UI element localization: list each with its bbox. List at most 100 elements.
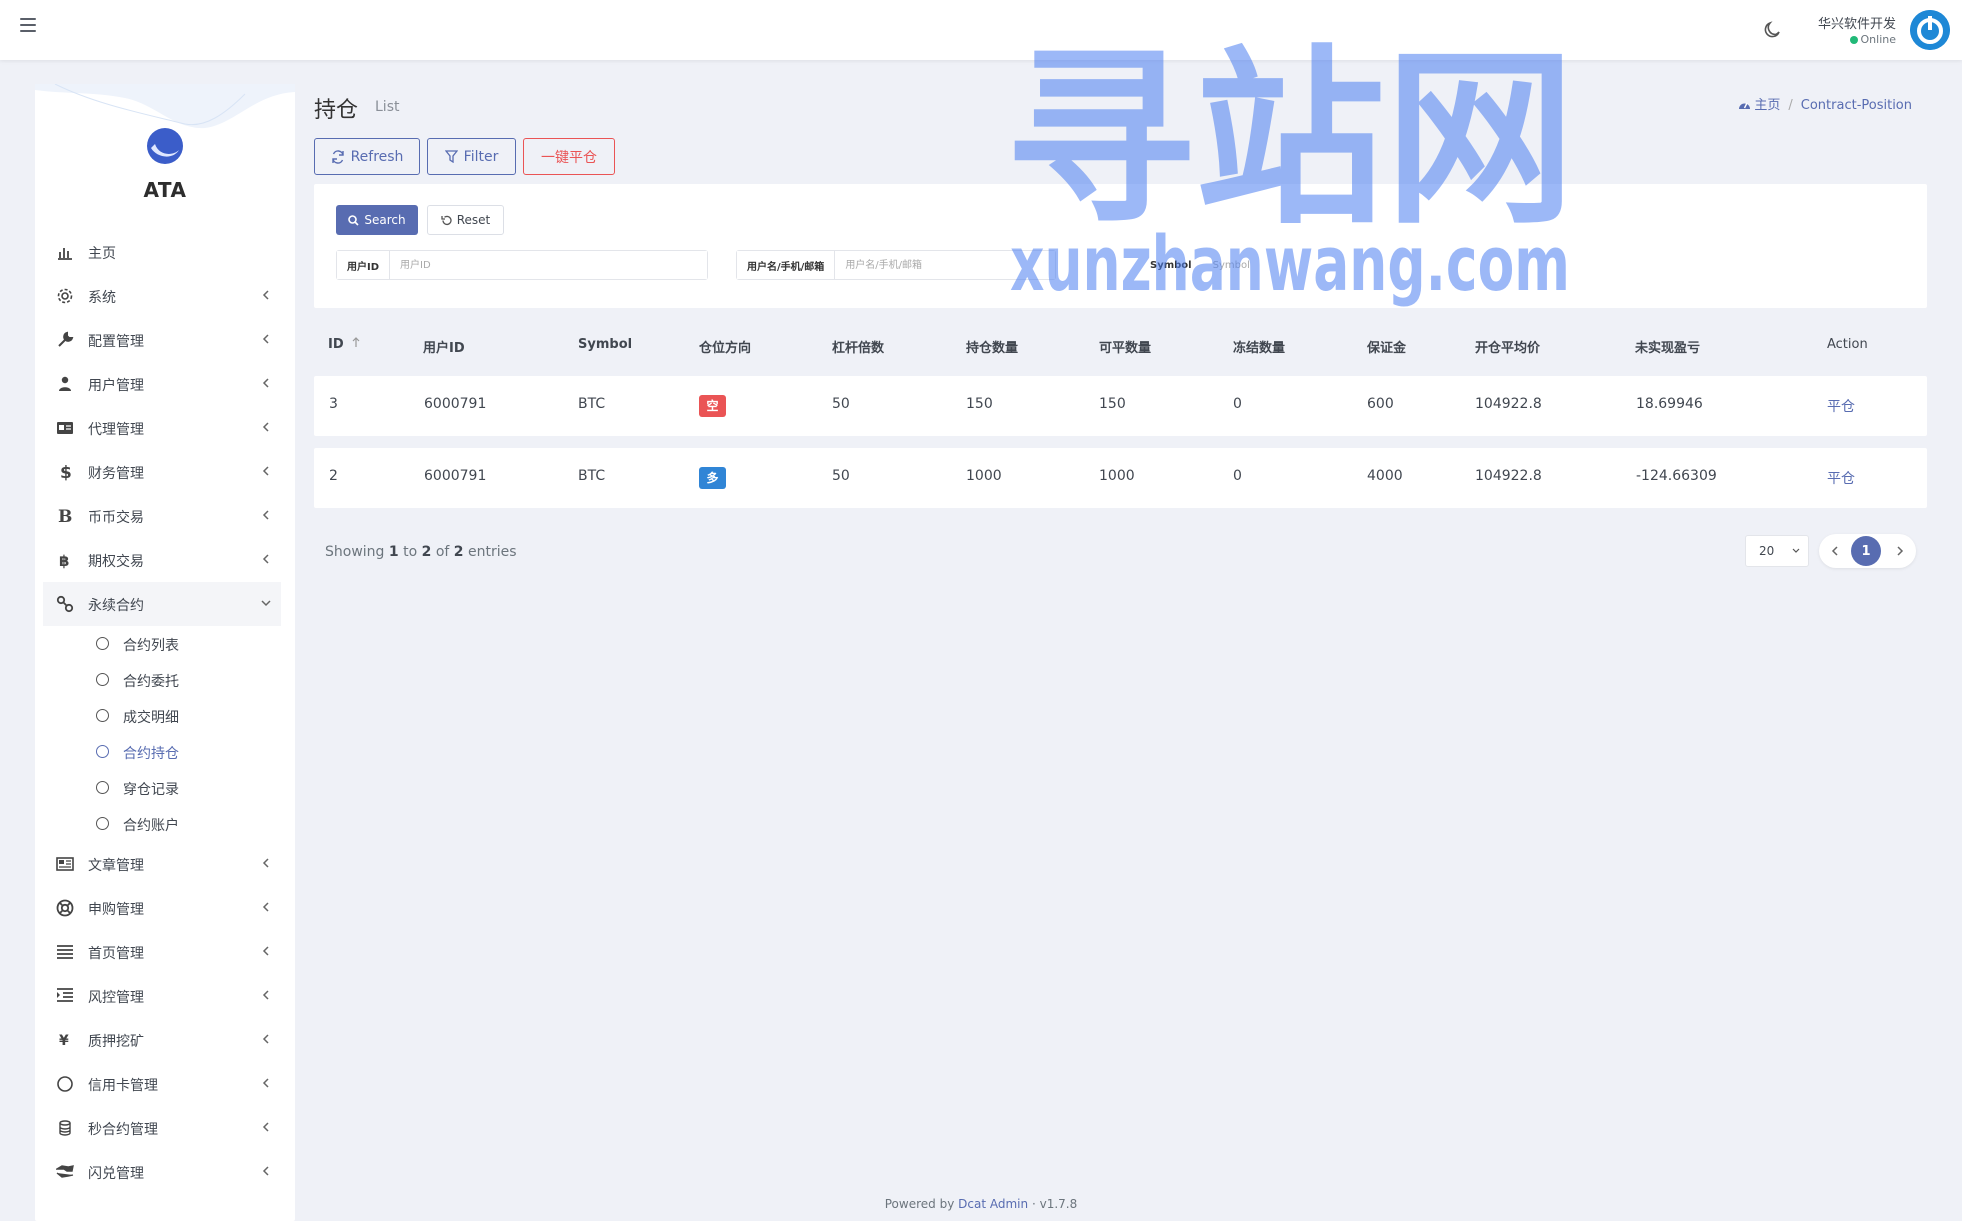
cell-margin: 600 [1367,396,1394,412]
close-position-link[interactable]: 平仓 [1827,468,1855,488]
column-header-direction: 仓位方向 [699,341,752,356]
sidebar-item-homepage[interactable]: 首页管理 [43,930,281,974]
page-title: 持仓 [314,98,359,123]
sidebar-wave-decoration [35,84,295,129]
submenu-item-contract-accounts[interactable]: 合约账户 [43,806,281,842]
sidebar-item-finance[interactable]: $ 财务管理 [43,450,281,494]
chevron-left-icon [262,422,269,432]
lines-icon [57,945,73,959]
column-header-leverage: 杠杆倍数 [832,341,885,356]
sidebar-item-perpetual[interactable]: 永续合约 [43,582,281,626]
chevron-left-icon [262,902,269,912]
chevron-left-icon [262,334,269,344]
username-input[interactable] [835,251,1055,279]
id-card-icon [57,422,73,434]
sidebar-item-articles[interactable]: 文章管理 [43,842,281,886]
breadcrumb-home[interactable]: 主页 [1754,98,1780,113]
footer-link[interactable]: Dcat Admin [958,1197,1028,1211]
sidebar-item-risk[interactable]: 风控管理 [43,974,281,1018]
sidebar-item-subscription[interactable]: 申购管理 [43,886,281,930]
sidebar-item-options[interactable]: ฿ 期权交易 [43,538,281,582]
user-tie-icon [59,376,71,391]
chevron-left-icon [262,378,269,388]
column-header-label: ID [328,337,344,352]
direction-badge: 空 [699,395,726,417]
sidebar-item-system[interactable]: 系统 [43,274,281,318]
submenu-item-contract-list[interactable]: 合约列表 [43,626,281,662]
breadcrumb: 主页 / Contract-Position [1738,94,1912,113]
column-header-action: Action [1827,337,1868,352]
per-page-select[interactable]: 20 [1745,535,1809,567]
refresh-button[interactable]: Refresh [314,138,420,175]
sidebar: ATA 主页 系统 配置管理 用户管理 代理管理 $ 财务管理 B 币币交易 ฿… [35,84,295,1221]
sidebar-item-second-contract[interactable]: 秒合约管理 [43,1106,281,1150]
cell-pnl: 18.69946 [1636,396,1703,412]
cell-margin: 4000 [1367,468,1403,484]
chevron-left-icon [262,510,269,520]
showing-of-word: of [435,544,450,560]
filter-panel: Search Reset 用户ID 用户名/手机/邮箱 Symbol [314,184,1927,308]
sidebar-item-label: 系统 [88,290,116,306]
sidebar-item-credit-card[interactable]: 信用卡管理 [43,1062,281,1106]
submenu-item-label: 合约持仓 [123,746,179,762]
sidebar-item-label: 期权交易 [88,554,144,570]
sidebar-item-label: 风控管理 [88,990,144,1006]
column-header-pnl: 未实现盈亏 [1635,341,1701,356]
showing-prefix: Showing [325,544,385,560]
table-row: 2 6000791 BTC 多 50 1000 1000 0 4000 1049… [314,448,1927,508]
online-dot-icon [1849,36,1858,44]
avatar[interactable] [1910,10,1950,50]
chevron-right-icon[interactable] [1894,545,1906,557]
sidebar-item-staking[interactable]: ¥ 质押挖矿 [43,1018,281,1062]
yen-icon: ¥ [59,1033,69,1049]
sidebar-item-flash-exchange[interactable]: 闪兑管理 [43,1150,281,1194]
search-button[interactable]: Search [336,205,418,235]
column-header-id[interactable]: ID [328,337,360,352]
dark-mode-icon[interactable] [1762,20,1782,40]
sidebar-item-users[interactable]: 用户管理 [43,362,281,406]
submenu-item-trade-details[interactable]: 成交明细 [43,698,281,734]
sidebar-item-label: 用户管理 [88,378,144,394]
symbol-input[interactable] [1202,251,1323,279]
sidebar-item-label: 质押挖矿 [88,1034,144,1050]
page-button-current[interactable]: 1 [1851,536,1881,566]
user-id-input[interactable] [390,251,707,279]
filter-button[interactable]: Filter [427,138,516,175]
cell-symbol: BTC [578,468,606,484]
menu-toggle-icon[interactable] [20,18,36,32]
column-header-user-id: 用户ID [423,341,465,356]
reset-label: Reset [456,213,491,227]
cell-avg-price: 104922.8 [1475,468,1542,484]
sidebar-item-label: 秒合约管理 [88,1122,158,1138]
showing-to: 2 [421,544,432,560]
cell-position: 1000 [966,468,1002,484]
reset-button[interactable]: Reset [427,205,504,235]
circle-icon [57,1076,73,1092]
circle-icon [96,673,109,686]
link-icon [56,595,74,613]
close-all-positions-button[interactable]: 一键平仓 [523,138,615,175]
showing-entries-text: Showing 1 to 2 of 2 entries [325,544,517,560]
svg-text:¥: ¥ [59,1033,69,1049]
sidebar-item-agents[interactable]: 代理管理 [43,406,281,450]
sidebar-item-label: 币币交易 [88,510,144,526]
circle-icon [96,637,109,650]
submenu-item-contract-positions[interactable]: 合约持仓 [43,734,281,770]
submenu-item-contract-orders[interactable]: 合约委托 [43,662,281,698]
footer-version: v1.7.8 [1039,1197,1078,1211]
sidebar-item-label: 闪兑管理 [88,1166,144,1182]
cell-position: 150 [966,396,993,412]
sidebar-item-spot[interactable]: B 币币交易 [43,494,281,538]
cell-frozen: 0 [1233,396,1242,412]
sort-arrow-icon [352,337,360,347]
filter-symbol: Symbol [1139,250,1329,280]
user-name[interactable]: 华兴软件开发 [1818,13,1896,32]
lifebuoy-icon [56,899,74,917]
sidebar-item-home[interactable]: 主页 [43,230,281,274]
close-position-link[interactable]: 平仓 [1827,396,1855,416]
chevron-left-icon [262,1122,269,1132]
sidebar-item-config[interactable]: 配置管理 [43,318,281,362]
submenu-item-liquidation-records[interactable]: 穿仓记录 [43,770,281,806]
chevron-left-icon[interactable] [1829,545,1841,557]
filter-label: 用户ID [337,251,391,279]
